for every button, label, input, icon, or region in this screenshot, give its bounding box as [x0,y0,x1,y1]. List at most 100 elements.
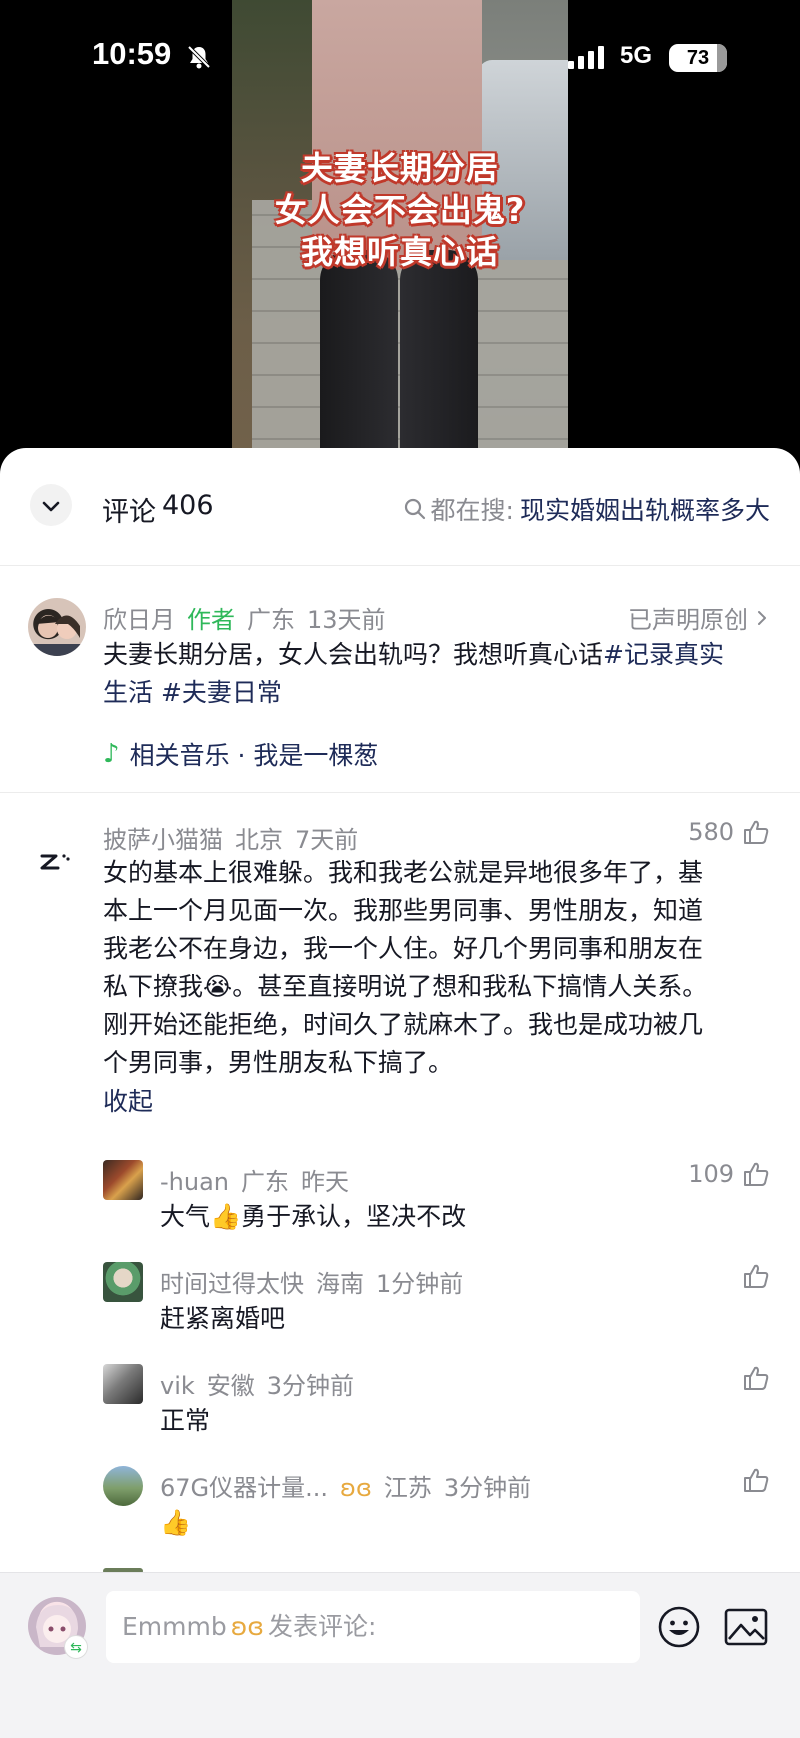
reply-item: vik 安徽 3分钟前 正常 [0,1358,800,1460]
input-placeholder: 发表评论: [267,1612,377,1641]
comment-location: 广东 [241,1168,289,1196]
search-icon [404,498,425,520]
comment-location: 广东 [247,606,295,634]
video-frame[interactable]: 夫妻长期分居 女人会不会出鬼? 我想听真心话 [232,0,568,470]
avatar[interactable] [103,1160,143,1200]
like-count: 109 [688,1160,734,1188]
music-note-icon: ♪ [103,739,120,769]
comment-meta: 67G仪器计量... ʚɞ 江苏 3分钟前 [160,1468,531,1503]
like-button[interactable] [734,1466,770,1494]
comment-text: 正常 [160,1406,211,1435]
comment-username[interactable]: -huan [160,1168,229,1196]
bell-slash-icon [187,45,211,69]
comment-time: 7天前 [295,826,359,854]
avatar-image [28,615,86,656]
chevron-right-icon [758,610,766,625]
comment-meta: 披萨小猫猫 北京 7天前 [103,820,358,855]
thumb-up-icon [744,1264,769,1288]
comment-location: 江苏 [383,1474,432,1502]
hashtag-link[interactable]: #记录真实 [603,640,724,669]
post-text: 夫妻长期分居，女人会出轨吗？我想听真心话#记录真实 生活 #夫妻日常 [103,636,773,712]
comments-title: 评论 [102,497,156,528]
video-player[interactable]: 夫妻长期分居 女人会不会出鬼? 我想听真心话 10:59 5G 73 [0,0,800,470]
comment-header: 评论 406 都在搜: 现实婚姻出轨概率多大 [0,448,800,566]
comment-sheet: 评论 406 都在搜: 现实婚姻出轨概率多大 欣日月 作者 广东 13天前 已声… [0,448,800,1738]
comment-input-bar: ⇆ Emmmb ʚɞ 发表评论: [0,1572,800,1738]
avatar[interactable] [28,828,86,886]
butterfly-icon: ʚɞ [230,1612,264,1641]
avatar[interactable] [103,1364,143,1404]
comment-time: 13天前 [307,606,386,634]
comment-text: 赶紧离婚吧 [160,1304,286,1333]
collapse-text-button[interactable]: 收起 [103,1082,153,1118]
comment-meta: 时间过得太快 海南 1分钟前 [160,1264,463,1299]
video-caption-line: 女人会不会出鬼? [274,191,526,229]
comment-time: 3分钟前 [443,1474,532,1502]
reply-item: 67G仪器计量... ʚɞ 江苏 3分钟前 👍 [0,1460,800,1564]
comment-meta: vik 安徽 3分钟前 [160,1366,354,1401]
comment-text-line: 我老公不在身边，我一个人住。好几个男同事和朋友在 [103,934,704,963]
post-text-line: 夫妻长期分居，女人会出轨吗？我想听真心话 [103,640,604,669]
related-music-link[interactable]: ♪ 相关音乐 · 我是一棵葱 [103,736,378,772]
comment-location: 北京 [235,826,283,854]
chevron-down-icon [42,501,60,512]
comment-text-line: 刚开始还能拒绝，时间久了就麻木了。我也是成功被几 [103,1010,704,1039]
reply-item: -huan 广东 昨天 109 大气👍勇于承认，坚决不改 [0,1152,800,1256]
like-button[interactable] [734,1262,770,1290]
comment-username[interactable]: vik [160,1372,195,1400]
butterfly-icon: ʚɞ [340,1474,372,1502]
comment-time: 1分钟前 [376,1270,464,1298]
battery-level: 73 [686,47,710,69]
comment-meta: 欣日月 作者 广东 13天前 [103,600,386,635]
comment-text-line: 私下撩我😭。甚至直接明说了想和我私下搞情人关系。 [103,972,708,1001]
comment-text: 女的基本上很难躲。我和我老公就是异地很多年了，基 本上一个月见面一次。我那些男同… [103,854,773,1082]
related-search[interactable]: 都在搜: 现实婚姻出轨概率多大 [403,491,770,527]
comment-text-line: 本上一个月见面一次。我那些男同事、男性朋友，知道 [103,896,704,925]
music-label: 相关音乐 · 我是一棵葱 [129,741,379,770]
comment-time: 昨天 [301,1168,349,1196]
input-username: Emmmb [122,1612,227,1641]
signal-icon [568,46,604,69]
comment-username[interactable]: 欣日月 [103,606,175,634]
comment-text-line: 个男同事，男性朋友私下搞了。 [103,1048,454,1077]
author-tag: 作者 [187,606,235,634]
video-caption-line: 夫妻长期分居 [300,149,499,187]
close-comments-button[interactable] [30,484,72,526]
thumb-up-icon [744,820,769,844]
comment-text: 👍 [160,1508,192,1537]
thumb-up-icon [744,1468,769,1492]
hashtag-link[interactable]: 生活 [103,678,153,707]
comment-username[interactable]: 时间过得太快 [160,1270,304,1298]
like-button[interactable]: 580 [688,818,770,846]
comments-count: 406 [162,490,214,521]
comment-username[interactable]: 67G仪器计量... [160,1474,328,1502]
original-label: 已声明原创 [628,606,748,634]
video-person-leg [400,250,478,470]
comment-username[interactable]: 披萨小猫猫 [103,826,223,854]
comment-location: 海南 [316,1270,364,1298]
comment-input[interactable]: Emmmb ʚɞ 发表评论: [106,1591,640,1663]
comment-text-line: 女的基本上很难躲。我和我老公就是异地很多年了，基 [103,858,704,887]
like-button[interactable] [734,1364,770,1392]
avatar[interactable] [28,598,86,656]
comment-item: 披萨小猫猫 北京 7天前 580 女的基本上很难躲。我和我老公就是异地很多年了，基 … [0,792,800,1152]
image-icon[interactable] [724,1607,768,1647]
like-button[interactable]: 109 [688,1160,770,1188]
status-time: 10:59 [92,36,172,71]
battery-indicator: 73 [669,44,727,72]
video-caption-line: 我想听真心话 [300,233,499,271]
search-keyword-link[interactable]: 现实婚姻出轨概率多大 [520,491,770,527]
hashtag-link[interactable]: #夫妻日常 [161,678,282,707]
thumb-up-icon [744,1162,769,1186]
avatar[interactable] [103,1262,143,1302]
thumb-up-icon [744,1366,769,1390]
switch-account-icon[interactable]: ⇆ [64,1635,88,1659]
comment-meta: -huan 广东 昨天 [160,1162,349,1197]
like-count: 580 [688,818,734,846]
network-type: 5G [620,42,653,69]
comment-time: 3分钟前 [266,1372,355,1400]
emoji-icon[interactable] [657,1605,701,1649]
avatar[interactable] [103,1466,143,1506]
reply-item: 时间过得太快 海南 1分钟前 赶紧离婚吧 [0,1256,800,1358]
original-declaration-link[interactable]: 已声明原创 [628,600,770,635]
